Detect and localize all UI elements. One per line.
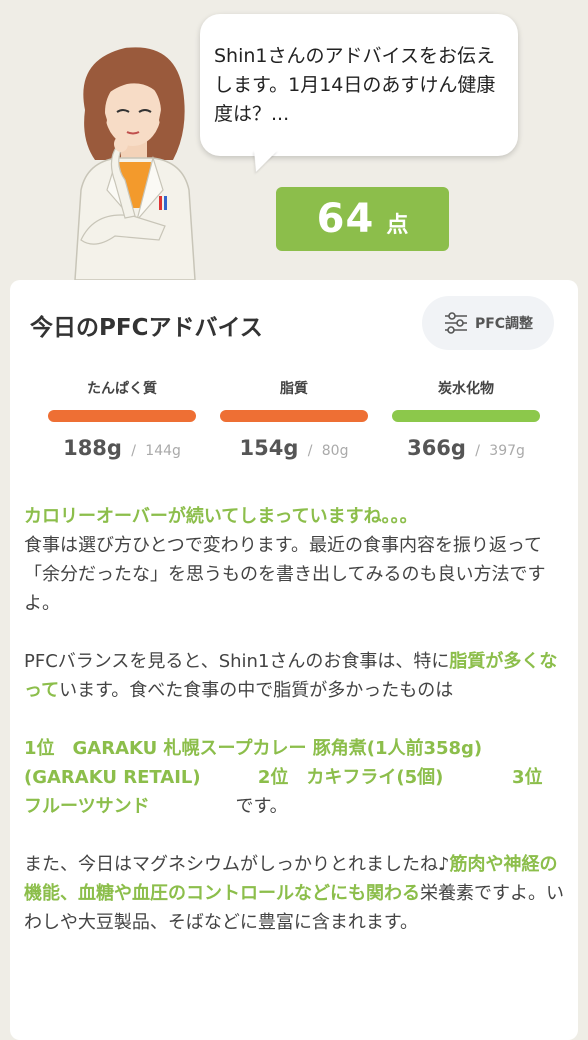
pfc-fat-separator: / xyxy=(307,443,313,459)
advice-p2-end: います。食べた食事の中で脂質が多かったものは xyxy=(59,680,454,701)
pfc-protein: たんぱく質 188g / 144g xyxy=(48,378,196,460)
pfc-carbs: 炭水化物 366g / 397g xyxy=(392,378,540,460)
pfc-carbs-target: 397g xyxy=(489,443,525,459)
pfc-advice-card: 今日のPFCアドバイス PFC調整 たんぱく質 188g / 144g 脂質 1… xyxy=(10,280,578,1040)
pfc-fat-value: 154g xyxy=(239,436,299,460)
pfc-carbs-label: 炭水化物 xyxy=(438,381,494,397)
advisor-speech-bubble: Shin1さんのアドバイスをお伝えします。1月14日のあすけん健康度は？... xyxy=(200,14,518,156)
advice-paragraph-2: PFCバランスを見ると、Shin1さんのお食事は、特に脂質が多くなっています。食… xyxy=(24,647,564,705)
rank-2-item: 2位 カキフライ(5個) xyxy=(257,767,444,788)
pfc-adjust-button[interactable]: PFC調整 xyxy=(422,296,554,350)
advisor-header: Shin1さんのアドバイスをお伝えします。1月14日のあすけん健康度は？... … xyxy=(0,0,588,285)
pfc-protein-value: 188g xyxy=(63,436,122,460)
food-ranking: 1位 GARAKU 札幌スープカレー 豚角煮(1人前358g)(GARAKU R… xyxy=(24,734,564,821)
pfc-protein-label: たんぱく質 xyxy=(87,381,157,397)
pfc-fat: 脂質 154g / 80g xyxy=(220,378,368,460)
pfc-fat-label: 脂質 xyxy=(280,381,308,397)
pfc-protein-bar xyxy=(48,410,196,422)
health-score-badge: 64 点 xyxy=(276,187,449,251)
pfc-fat-target: 80g xyxy=(321,443,349,459)
advisor-avatar xyxy=(74,47,196,280)
pfc-fat-bar xyxy=(220,410,368,422)
advice-headline: カロリーオーバーが続いてしまっていますね。。。 xyxy=(24,506,418,527)
health-score-unit: 点 xyxy=(386,213,409,238)
advice-p3-start: また、今日はマグネシウムがしっかりとれましたね♪ xyxy=(24,854,450,875)
pfc-carbs-separator: / xyxy=(475,443,480,459)
pfc-carbs-values: 366g / 397g xyxy=(392,436,540,460)
sliders-icon xyxy=(444,312,467,334)
pfc-protein-target: 144g xyxy=(145,443,181,459)
pfc-protein-values: 188g / 144g xyxy=(48,436,196,460)
advice-paragraph-1: 食事は選び方ひとつで変わります。最近の食事内容を振り返って「余分だったな」を思う… xyxy=(24,535,546,614)
advice-paragraph-3: また、今日はマグネシウムがしっかりとれましたね♪筋肉や神経の機能、血糖や血圧のコ… xyxy=(24,850,564,937)
pfc-protein-separator: / xyxy=(131,443,136,459)
card-title: 今日のPFCアドバイス xyxy=(30,315,263,341)
advice-p2-start: PFCバランスを見ると、Shin1さんのお食事は、特に xyxy=(24,651,450,672)
advice-intro: カロリーオーバーが続いてしまっていますね。。。 食事は選び方ひとつで変わります。… xyxy=(24,502,564,618)
rank-tail: です。 xyxy=(235,796,288,817)
pfc-fat-values: 154g / 80g xyxy=(220,436,368,460)
advisor-message: Shin1さんのアドバイスをお伝えします。1月14日のあすけん健康度は？... xyxy=(214,45,496,125)
pfc-carbs-bar xyxy=(392,410,540,422)
health-score-value: 64 xyxy=(316,196,375,242)
advice-body: カロリーオーバーが続いてしまっていますね。。。 食事は選び方ひとつで変わります。… xyxy=(24,502,564,966)
pfc-carbs-value: 366g xyxy=(407,436,466,460)
pfc-adjust-label: PFC調整 xyxy=(474,316,534,332)
